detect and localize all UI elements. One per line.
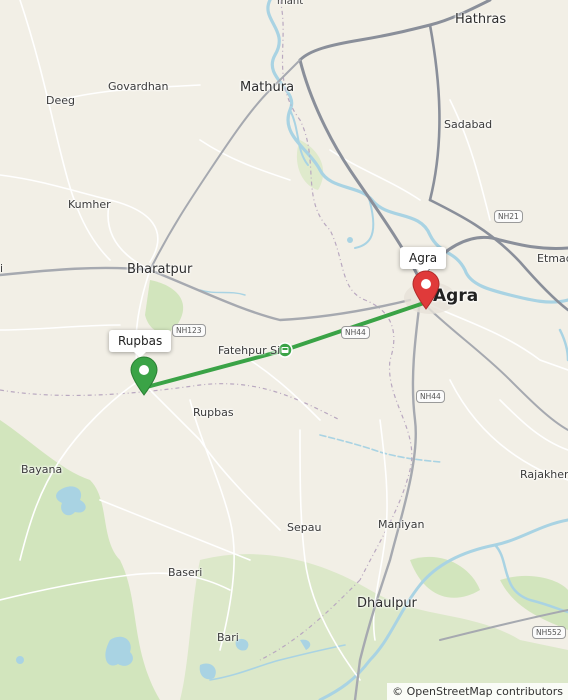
- place-label-etmad: Etmad: [537, 252, 568, 265]
- road-shield-nh21: NH21: [494, 210, 523, 223]
- road-shield-nh44: NH44: [341, 326, 370, 339]
- origin-marker-icon[interactable]: [129, 356, 159, 396]
- place-label-dhaulpur: Dhaulpur: [357, 596, 417, 611]
- place-label-sadabad: Sadabad: [444, 118, 493, 131]
- place-label-mathura: Mathura: [240, 80, 295, 95]
- place-label-left-fragment: i: [0, 262, 4, 275]
- map-attribution: © OpenStreetMap contributors: [387, 683, 568, 700]
- road-shield-nh552: NH552: [532, 626, 566, 639]
- map-viewport[interactable]: mant Hathras Govardhan Mathura Deeg Sada…: [0, 0, 568, 700]
- place-label-rajakhera: Rajakhera: [520, 468, 568, 481]
- origin-tooltip-label: Rupbas: [118, 334, 163, 348]
- attribution-copyright-symbol: ©: [392, 685, 404, 698]
- place-label-maniyan: Maniyan: [378, 518, 425, 531]
- place-label-baseri: Baseri: [168, 566, 203, 579]
- road-shield-nh44-south: NH44: [416, 390, 445, 403]
- destination-marker-icon[interactable]: [411, 270, 441, 310]
- destination-tooltip: Agra: [400, 247, 447, 275]
- place-label-kumher: Kumher: [68, 198, 111, 211]
- place-label-deeg: Deeg: [46, 94, 75, 107]
- origin-tooltip: Rupbas: [109, 330, 172, 358]
- place-label-bari: Bari: [217, 631, 239, 644]
- road-shield-nh123: NH123: [172, 324, 206, 337]
- place-label-hathras: Hathras: [455, 12, 507, 27]
- place-label-bayana: Bayana: [21, 463, 63, 476]
- place-label-govardhan: Govardhan: [108, 80, 169, 93]
- place-label-fatehpur-sikri: Fatehpur Si: [218, 344, 281, 357]
- destination-tooltip-label: Agra: [409, 251, 438, 265]
- place-label-sepau: Sepau: [287, 521, 322, 534]
- attribution-link[interactable]: OpenStreetMap contributors: [407, 685, 563, 698]
- place-label-rupbas: Rupbas: [193, 406, 234, 419]
- place-label-top-fragment: mant: [277, 0, 304, 7]
- place-label-bharatpur: Bharatpur: [127, 262, 193, 277]
